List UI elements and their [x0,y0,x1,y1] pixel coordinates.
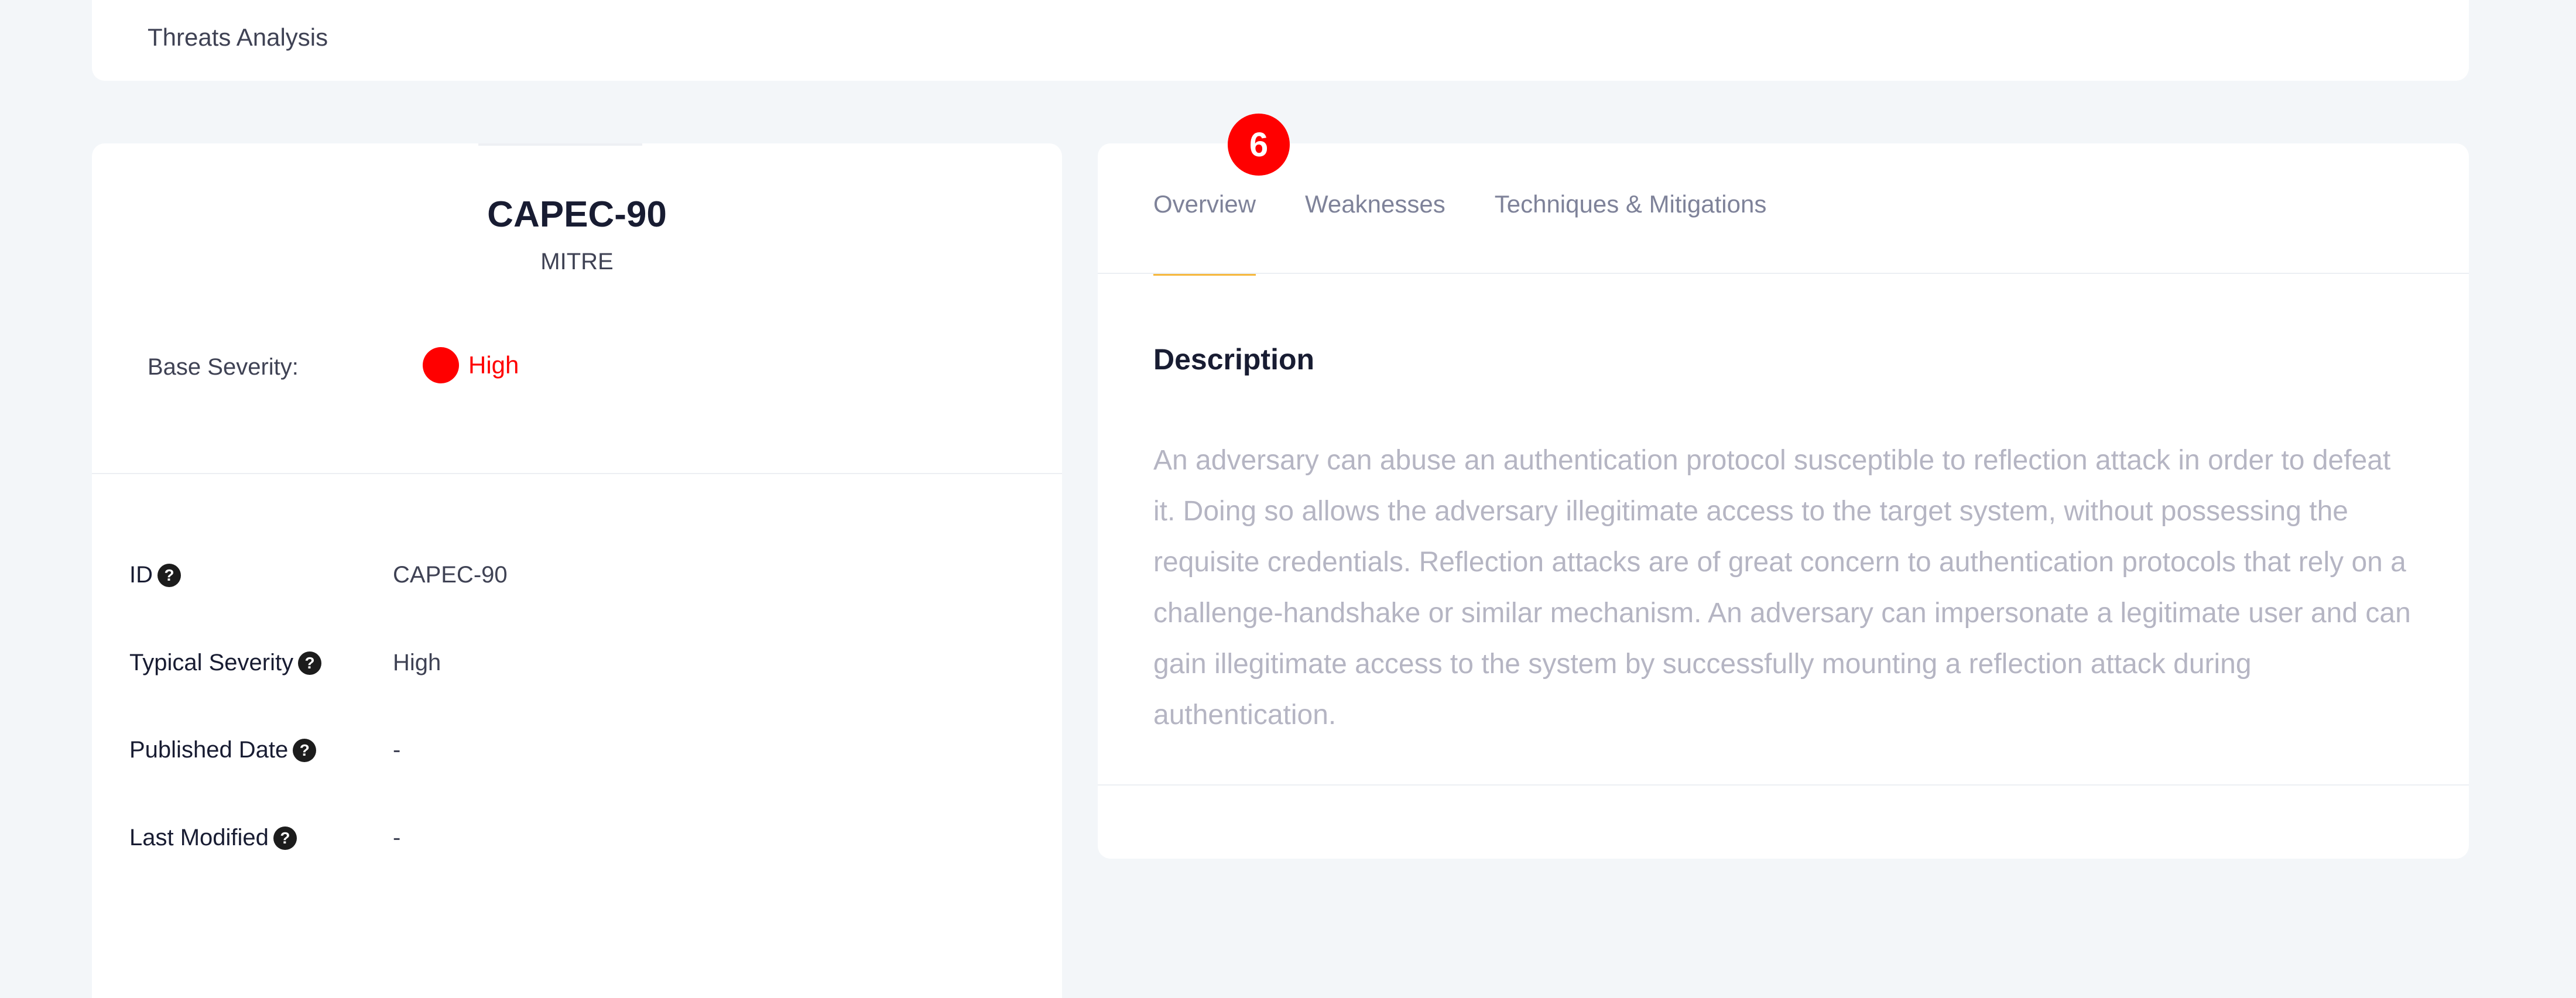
help-icon[interactable]: ? [293,738,317,762]
detail-value: - [393,825,401,850]
detail-value: High [393,650,441,675]
help-icon[interactable]: ? [157,563,181,587]
detail-label-text: Last Modified [129,825,269,850]
base-severity-indicator: High [423,347,519,383]
detail-label: ID ? [129,562,181,588]
detail-label-text: Typical Severity [129,650,294,675]
step-badge: 6 [1228,114,1290,176]
breadcrumb[interactable]: Threats Analysis [148,23,328,52]
tab-divider [1098,273,2469,274]
detail-row-typical-severity: Typical Severity ? High [129,650,1008,685]
detail-label-text: Published Date [129,737,289,763]
help-icon[interactable]: ? [273,826,297,850]
detail-label: Typical Severity ? [129,650,322,676]
detail-row-last-modified: Last Modified ? - [129,825,1008,860]
detail-label-text: ID [129,562,153,588]
detail-row-id: ID ? CAPEC-90 [129,562,1008,597]
detail-label: Last Modified ? [129,825,297,851]
tab-overview[interactable]: Overview [1153,190,1256,276]
breadcrumb-bar: Threats Analysis [92,0,2469,81]
threat-source: MITRE [540,249,614,275]
tab-weaknesses[interactable]: Weaknesses [1305,190,1445,218]
divider [92,473,1062,474]
description-text: An adversary can abuse an authentication… [1153,445,2411,731]
tab-bar: Overview Weaknesses Techniques & Mitigat… [1153,190,1815,276]
threat-summary-card: CAPEC-90 MITRE Base Severity: High ID ? … [92,143,1062,998]
detail-value: - [393,737,401,763]
help-icon[interactable]: ? [298,651,322,675]
detail-value: CAPEC-90 [393,562,508,588]
detail-row-published-date: Published Date ? - [129,737,1008,772]
threat-title: CAPEC-90 [487,194,667,235]
tab-techniques-mitigations[interactable]: Techniques & Mitigations [1495,190,1767,218]
base-severity-label: Base Severity: [148,354,299,380]
severity-dot-icon [423,347,459,383]
card-top-accent [478,143,642,146]
detail-label: Published Date ? [129,737,317,763]
threat-detail-card: Overview Weaknesses Techniques & Mitigat… [1098,143,2469,859]
base-severity-value: High [468,351,519,379]
divider [1098,784,2469,786]
description-heading: Description [1153,343,1315,376]
